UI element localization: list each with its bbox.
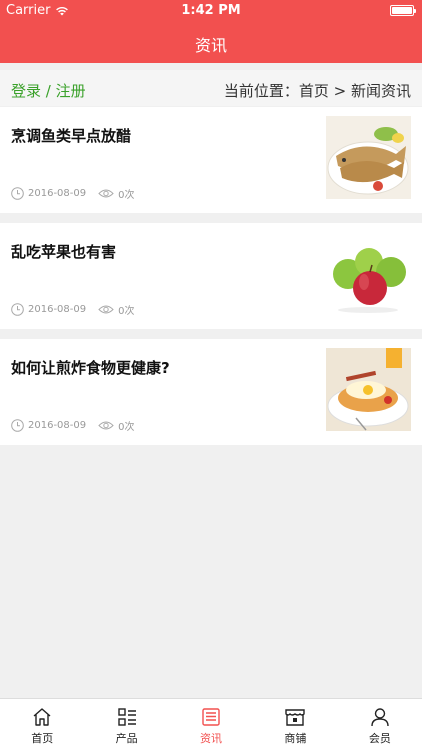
status-bar: Carrier 1:42 PM — [0, 0, 422, 22]
breadcrumb-bar: 登录 / 注册 当前位置：首页 > 新闻资讯 — [0, 70, 422, 106]
tab-bar: 首页 产品 资讯 商铺 会员 — [0, 698, 422, 750]
breadcrumb-arrow: > — [328, 82, 351, 100]
page-title: 资讯 — [194, 36, 227, 55]
store-icon — [285, 709, 306, 726]
tab-home[interactable]: 首页 — [0, 699, 84, 750]
clock-icon — [11, 303, 24, 316]
tab-label: 产品 — [115, 732, 138, 745]
article-views: 0次 — [118, 306, 135, 317]
nav-bar: Carrier 1:42 PM 资讯 — [0, 0, 422, 63]
tab-news[interactable]: 资讯 — [169, 699, 253, 750]
article-card[interactable]: 乱吃苹果也有害 2016-08-09 0次 — [0, 223, 422, 329]
eye-icon — [98, 421, 114, 430]
home-icon — [33, 708, 51, 726]
tab-label: 商铺 — [284, 732, 307, 745]
apples-image[interactable] — [326, 232, 411, 315]
auth-separator: / — [41, 82, 56, 100]
article-title[interactable]: 如何让煎炸食物更健康? — [11, 357, 170, 378]
article-views: 0次 — [118, 422, 135, 433]
user-icon — [371, 708, 389, 727]
tab-label: 首页 — [31, 732, 54, 745]
news-icon — [202, 708, 220, 726]
login-link[interactable]: 登录 — [11, 82, 41, 100]
article-views: 0次 — [118, 190, 135, 201]
article-title[interactable]: 烹调鱼类早点放醋 — [11, 125, 131, 146]
location-label: 当前位置： — [223, 82, 299, 100]
breadcrumb-current: 新闻资讯 — [350, 82, 411, 100]
status-time: 1:42 PM — [181, 3, 241, 18]
breadcrumb: 当前位置：首页 > 新闻资讯 — [224, 80, 411, 101]
tab-products[interactable]: 产品 — [84, 699, 168, 750]
fish-dish-image[interactable] — [326, 116, 411, 199]
tab-store[interactable]: 商铺 — [253, 699, 337, 750]
clock-icon — [11, 187, 24, 200]
eye-icon — [98, 305, 114, 314]
article-meta: 2016-08-09 0次 — [11, 186, 135, 201]
breadcrumb-home[interactable]: 首页 — [299, 82, 329, 100]
article-date: 2016-08-09 — [28, 188, 87, 199]
grid-list-icon — [117, 708, 136, 726]
auth-links: 登录 / 注册 — [11, 80, 86, 101]
article-list: 烹调鱼类早点放醋 2016-08-09 0次 乱吃苹果也有害 2016-08-0… — [0, 107, 422, 455]
article-meta: 2016-08-09 0次 — [11, 302, 135, 317]
battery-icon — [390, 5, 416, 16]
article-date: 2016-08-09 — [28, 304, 87, 315]
register-link[interactable]: 注册 — [56, 82, 86, 100]
article-meta: 2016-08-09 0次 — [11, 418, 135, 433]
tab-label: 会员 — [368, 732, 391, 745]
fried-food-image[interactable] — [326, 348, 411, 431]
article-date: 2016-08-09 — [28, 420, 87, 431]
tab-member[interactable]: 会员 — [338, 699, 422, 750]
article-card[interactable]: 如何让煎炸食物更健康? 2016-08-09 0次 — [0, 339, 422, 445]
eye-icon — [98, 189, 114, 198]
clock-icon — [11, 419, 24, 432]
article-card[interactable]: 烹调鱼类早点放醋 2016-08-09 0次 — [0, 107, 422, 213]
article-title[interactable]: 乱吃苹果也有害 — [11, 241, 116, 262]
tab-label: 资讯 — [200, 732, 223, 745]
